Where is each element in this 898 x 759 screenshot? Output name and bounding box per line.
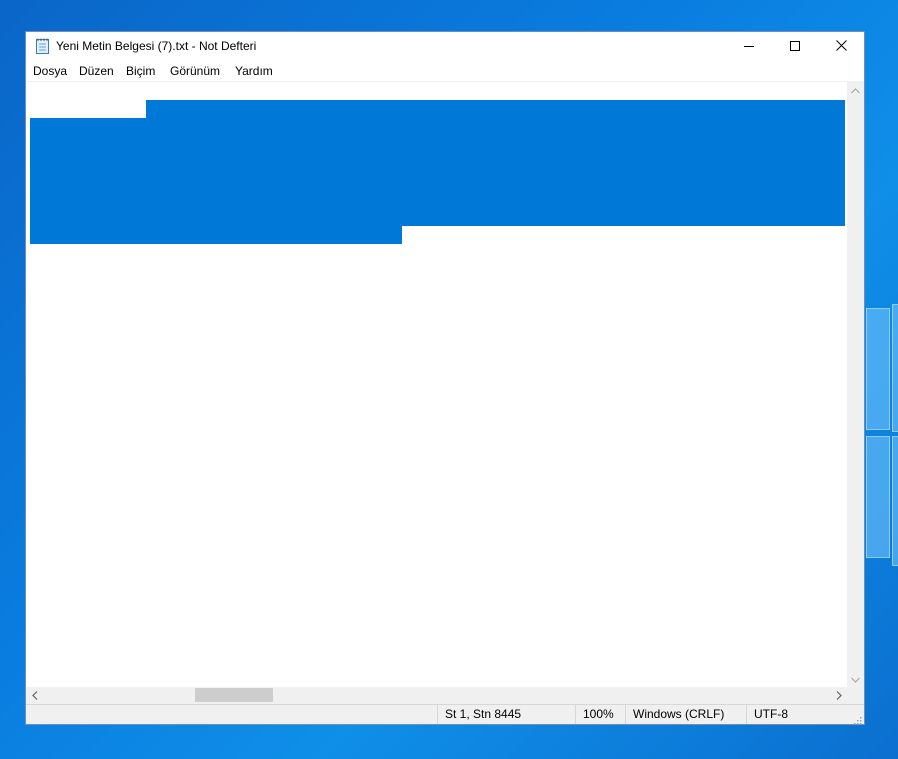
- horizontal-scroll-thumb[interactable]: [195, 688, 273, 702]
- chevron-down-icon: [851, 670, 860, 688]
- text-selection: [30, 118, 845, 226]
- windows-logo-wallpaper: [862, 300, 898, 570]
- close-icon: [835, 38, 847, 56]
- minimize-button[interactable]: [726, 32, 772, 61]
- notepad-window[interactable]: Yeni Metin Belgesi (7).txt - Not Defteri…: [25, 31, 865, 725]
- maximize-icon: [790, 38, 800, 56]
- notepad-icon: [35, 38, 50, 54]
- menu-duzen[interactable]: Düzen: [79, 64, 114, 78]
- scrollbar-corner: [847, 687, 864, 704]
- maximize-button[interactable]: [772, 32, 818, 61]
- menu-bicim[interactable]: Biçim: [126, 64, 155, 78]
- chevron-left-icon: [31, 687, 38, 705]
- menu-bar: Dosya Düzen Biçim Görünüm Yardım: [26, 61, 864, 81]
- menu-gorunum[interactable]: Görünüm: [170, 64, 220, 78]
- scroll-down-button[interactable]: [847, 670, 864, 687]
- scroll-right-button[interactable]: [830, 687, 847, 704]
- status-zoom: 100%: [575, 705, 625, 724]
- text-selection: [30, 226, 402, 244]
- status-line-ending: Windows (CRLF): [625, 705, 746, 724]
- chevron-right-icon: [836, 687, 842, 705]
- close-button[interactable]: [818, 32, 864, 61]
- window-title: Yeni Metin Belgesi (7).txt - Not Defteri: [56, 39, 257, 53]
- scroll-left-button[interactable]: [26, 687, 43, 704]
- desktop-background: Yeni Metin Belgesi (7).txt - Not Defteri…: [0, 0, 898, 759]
- menu-yardim[interactable]: Yardım: [235, 64, 273, 78]
- resize-grip-icon[interactable]: [852, 712, 862, 725]
- status-cursor-position: St 1, Stn 8445: [437, 705, 575, 724]
- horizontal-scrollbar[interactable]: [26, 687, 847, 704]
- status-encoding: UTF-8: [746, 705, 864, 724]
- status-bar: St 1, Stn 8445 100% Windows (CRLF) UTF-8: [26, 704, 864, 725]
- chevron-up-icon: [851, 81, 860, 99]
- title-bar[interactable]: Yeni Metin Belgesi (7).txt - Not Defteri: [26, 32, 864, 61]
- minimize-icon: [744, 38, 754, 56]
- menu-dosya[interactable]: Dosya: [33, 64, 67, 78]
- vertical-scrollbar[interactable]: [847, 81, 864, 687]
- scroll-up-button[interactable]: [847, 81, 864, 98]
- text-selection: [146, 100, 845, 118]
